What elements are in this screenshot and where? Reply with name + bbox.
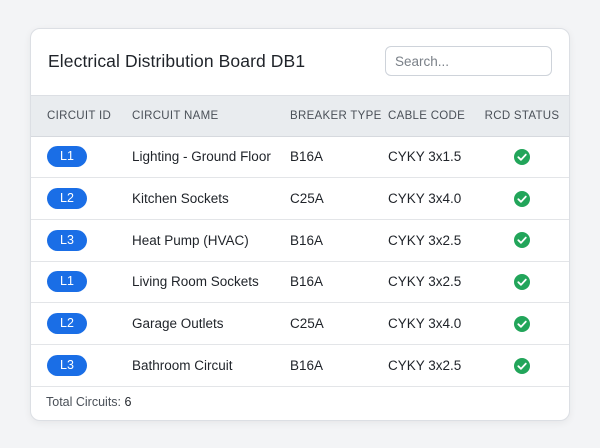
table-header: CIRCUIT ID CIRCUIT NAME BREAKER TYPE CAB… [31,96,569,137]
circuit-id-badge: L2 [47,188,87,210]
circuit-name-cell: Lighting - Ground Floor [132,149,271,165]
circuit-id-badge: L1 [47,271,87,293]
table-row[interactable]: L1 Living Room Sockets B16A CYKY 3x2.5 [31,261,569,303]
circuit-id-cell: L2 [31,178,132,220]
check-circle-icon [514,274,530,291]
breaker-type-cell: B16A [290,232,324,248]
cable-code-cell: CYKY 3x4.0 [388,191,462,207]
distribution-board-card: Electrical Distribution Board DB1 CIRCUI… [30,28,570,421]
cable-code-cell: CYKY 3x2.5 [388,357,462,373]
circuit-id-cell: L3 [31,344,132,386]
check-circle-icon [514,357,530,374]
cable-code-cell: CYKY 3x2.5 [388,274,462,290]
breaker-type-cell: B16A [290,149,324,165]
circuit-id-badge: L1 [47,146,87,168]
table-row[interactable]: L3 Bathroom Circuit B16A CYKY 3x2.5 [31,344,569,387]
rcd-status-cell [483,261,569,303]
column-header-breaker-type[interactable]: BREAKER TYPE [290,96,388,137]
table-row[interactable]: L1 Lighting - Ground Floor B16A CYKY 3x1.5 [31,136,569,178]
breaker-type-cell: B16A [290,274,324,290]
breaker-type-cell: C25A [290,316,324,332]
circuit-name-cell: Bathroom Circuit [132,357,233,373]
cable-code-cell: CYKY 3x1.5 [388,149,462,165]
rcd-status-cell [483,178,569,220]
circuit-id-cell: L3 [31,219,132,261]
table-footer: Total Circuits: 6 [31,384,569,420]
total-circuits-label: Total Circuits: [46,395,122,409]
rcd-status-cell [483,219,569,261]
rcd-status-cell [483,344,569,386]
table-row[interactable]: L2 Garage Outlets C25A CYKY 3x4.0 [31,303,569,345]
circuit-id-badge: L3 [47,354,87,376]
circuit-id-badge: L3 [47,229,87,251]
rcd-status-cell [483,136,569,178]
circuit-id-cell: L1 [31,261,132,303]
circuit-name-cell: Heat Pump (HVAC) [132,232,249,248]
circuit-name-cell: Living Room Sockets [132,274,259,290]
cable-code-cell: CYKY 3x2.5 [388,232,462,248]
column-header-circuit-name[interactable]: CIRCUIT NAME [132,96,290,137]
table-row[interactable]: L3 Heat Pump (HVAC) B16A CYKY 3x2.5 [31,219,569,262]
card-header: Electrical Distribution Board DB1 [31,29,569,96]
check-circle-icon [514,232,530,249]
column-header-circuit-id[interactable]: CIRCUIT ID [31,96,132,137]
breaker-type-cell: C25A [290,191,324,207]
page-title: Electrical Distribution Board DB1 [48,51,306,71]
check-circle-icon [514,149,530,166]
rcd-status-cell [483,303,569,345]
circuit-name-cell: Garage Outlets [132,316,224,332]
column-header-rcd-status[interactable]: RCD STATUS [483,96,569,137]
check-circle-icon [514,315,530,332]
total-circuits-count: 6 [124,395,132,409]
table-body: L1 Lighting - Ground Floor B16A CYKY 3x1.5 L… [31,136,569,387]
search-input[interactable] [385,46,552,76]
circuit-id-cell: L1 [31,136,132,178]
circuit-id-badge: L2 [47,313,87,335]
column-header-cable-code[interactable]: CABLE CODE [388,96,483,137]
circuit-name-cell: Kitchen Sockets [132,191,229,207]
check-circle-icon [514,190,530,207]
circuit-id-cell: L2 [31,303,132,345]
breaker-type-cell: B16A [290,357,324,373]
circuits-table: CIRCUIT ID CIRCUIT NAME BREAKER TYPE CAB… [31,96,569,387]
table-row[interactable]: L2 Kitchen Sockets C25A CYKY 3x4.0 [31,178,569,220]
cable-code-cell: CYKY 3x4.0 [388,316,462,332]
